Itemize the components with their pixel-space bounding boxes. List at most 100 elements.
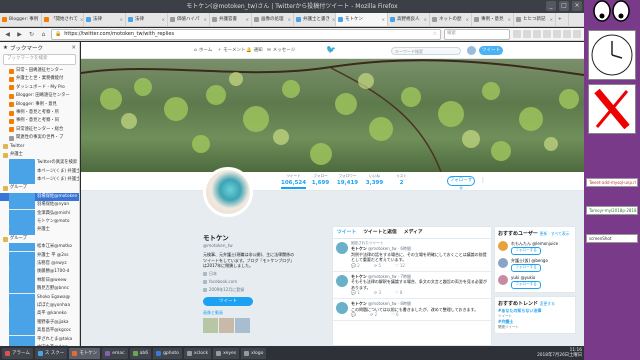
browser-tab[interactable]: 法律 × (126, 13, 168, 26)
avatar[interactable] (498, 275, 508, 285)
browser-tab[interactable]: 画像の処理 × (252, 13, 294, 26)
taskbar-item[interactable]: emac (102, 347, 128, 359)
photo-thumbnail[interactable] (203, 317, 218, 333)
desktop-note[interactable]: Tweet-add-mysql-unp.rl (586, 178, 638, 187)
desktop-note[interactable]: Tamoyr-myl2018p-28181 (586, 206, 638, 215)
browser-tab[interactable]: ネットの歴 × (430, 13, 472, 26)
bookmark-item[interactable]: 後藤勝@1700-d (0, 268, 79, 277)
bookmark-item[interactable]: Twitter (0, 143, 79, 151)
bookmark-item[interactable]: 羽場保佐@nyan (0, 201, 79, 210)
reply-icon[interactable]: 💬 (351, 312, 356, 318)
stat-0[interactable]: ツイート 106,524 (281, 174, 306, 189)
tweet-handle[interactable]: @motoken_tw · 8時間 (368, 301, 411, 306)
bookmark-item[interactable]: 羽場保佐@motoken (0, 192, 79, 202)
retweet-icon[interactable]: ⟳ 3 (374, 290, 381, 296)
tweet-handle[interactable]: @motoken_tw · 7時間 (368, 274, 411, 279)
reload-icon[interactable]: ↻ (27, 30, 36, 39)
reply-icon[interactable]: 💬 1 (351, 290, 360, 296)
trend-item[interactable]: #弁護士 関連ツイート (498, 319, 572, 330)
browser-tab[interactable]: 「開始されて × (42, 13, 84, 26)
bookmark-item[interactable]: 本ページ(くま) 弁護士 (0, 176, 79, 185)
bookmark-item[interactable]: Twitterの真実を検索 (0, 159, 79, 168)
bookmark-item[interactable]: グループ (0, 184, 79, 192)
bookmark-item[interactable]: 金澤典弘@mishi (0, 209, 79, 219)
clock[interactable]: 11:16 2018年7月26日土曜日 (537, 348, 582, 359)
tweet[interactable]: モトケン @motoken_tw · 7時間 そもそも法律の解釈を議論する場合、条… (333, 272, 491, 299)
follow-button[interactable]: フォローする (511, 264, 541, 272)
bookmark-item[interactable]: 日常・田嶋遠征センター (0, 67, 79, 75)
suggested-user-name[interactable]: 弁護士(仮) @bengo (511, 258, 548, 263)
tweet[interactable]: 固定されたツイート モトケン @motoken_tw · 6時間 判例や法律の話をす… (333, 239, 491, 272)
avatar[interactable] (336, 274, 348, 287)
taskbar-item[interactable]: アラーム (2, 347, 33, 359)
close-tab-icon[interactable]: × (162, 13, 165, 26)
sidebar-title[interactable]: ブックマーク (10, 44, 43, 52)
tweet-author[interactable]: モトケン (351, 301, 367, 306)
change-trends-link[interactable]: 変更する (540, 301, 555, 306)
bookmark-item[interactable]: ダッシュボード - My Pro (0, 84, 79, 92)
close-tab-icon[interactable]: × (246, 13, 249, 26)
trend-item[interactable]: #あなたの知らない法律 ツイート (498, 308, 572, 319)
photo-thumbnail[interactable] (219, 317, 234, 333)
taskbar-item[interactable]: モトケン (69, 347, 101, 359)
close-icon[interactable]: ✕ (71, 45, 76, 51)
close-tab-icon[interactable]: × (120, 13, 123, 26)
avatar[interactable] (467, 46, 476, 55)
desktop-note[interactable]: screenShot (586, 234, 638, 243)
bookmark-item[interactable]: Blogger: 田嶋遠征センター (0, 92, 79, 100)
bookmark-item[interactable]: 本ページ(くま) 弁護士 (0, 167, 79, 177)
timeline-tab[interactable]: ツイート (337, 227, 356, 238)
browser-tab[interactable]: ヒヒつ新記 × (514, 13, 556, 26)
bookmark-item[interactable]: 高平 @kaneko (0, 310, 79, 319)
photo-thumbnail[interactable] (235, 317, 250, 333)
bookmark-item[interactable]: モトケン@moto (0, 218, 79, 227)
stat-2[interactable]: フォロワー 19,419 (335, 174, 360, 189)
retweet-icon[interactable]: ⟳ 5 (374, 263, 381, 269)
bookmark-item[interactable]: 法務官 @nwyz (0, 259, 79, 269)
browser-tab[interactable]: 高野規良人 × (388, 13, 430, 26)
browser-tab[interactable]: 法律 × (84, 13, 126, 26)
bookmark-item[interactable]: 平ざれとま@taka (0, 335, 79, 344)
link-text[interactable]: facebook.com (209, 279, 237, 285)
bookmark-item[interactable]: 松本江米@motko (0, 243, 79, 252)
bookmark-item[interactable]: 日常遠征センター・総合 (0, 126, 79, 134)
extension-icon[interactable] (553, 30, 561, 38)
close-tab-icon[interactable]: × (508, 13, 511, 26)
sidebar-toggle-icon[interactable] (533, 30, 541, 38)
bookmark-item[interactable]: 事例・意見と考察・同 (0, 117, 79, 125)
taskbar-item[interactable]: ab6 (129, 347, 152, 359)
like-icon[interactable]: ♡ 6 (391, 312, 398, 318)
tweet-author[interactable]: モトケン (351, 246, 367, 251)
like-icon[interactable]: ♡ 12 (395, 263, 405, 269)
profile-avatar[interactable] (203, 167, 253, 217)
download-icon[interactable] (513, 30, 521, 38)
close-tab-icon[interactable]: × (288, 13, 291, 26)
star-icon[interactable]: ☆ (433, 30, 437, 38)
close-tab-icon[interactable]: × (550, 13, 553, 26)
nav-notifications[interactable]: 🔔 通知 (246, 42, 263, 59)
browser-tab[interactable]: 弁護官書 × (210, 13, 252, 26)
nav-home[interactable]: ⌂ ホーム (194, 42, 212, 59)
bookmark-item[interactable]: グループ (0, 235, 79, 243)
twitter-bird-icon[interactable]: 🐦 (326, 46, 336, 54)
bookmark-item[interactable]: 弁護士と世・業務機能付 (0, 75, 79, 83)
bookmark-search-input[interactable]: ブックマークを検索 (3, 54, 76, 65)
bookmark-item[interactable]: 事例・意見と考察・所 (0, 109, 79, 117)
timeline-tab[interactable]: ツイートと返信 (363, 227, 397, 238)
close-tab-icon[interactable]: × (466, 13, 469, 26)
bookmark-item[interactable]: 弁護士 (0, 226, 79, 235)
stat-4[interactable]: リスト 2 (389, 174, 414, 189)
tweet[interactable]: モトケン @motoken_tw · 8時間 この問題については以前にも書きました… (333, 299, 491, 321)
extension-icon[interactable] (543, 30, 551, 38)
taskbar-item[interactable]: ス スクー (34, 347, 68, 359)
bookmark-item[interactable]: 鶴見吉野@bnnc (0, 285, 79, 294)
browser-tab[interactable]: 価値ハイパ × (168, 13, 210, 26)
bookmark-item[interactable]: Shoko Egawa@ (0, 293, 79, 302)
new-tab-button[interactable]: + (556, 13, 569, 26)
home-icon[interactable]: ⌂ (39, 30, 48, 39)
stat-3[interactable]: いいね 3,399 (362, 174, 387, 189)
reply-icon[interactable]: 💬 2 (351, 263, 360, 269)
browser-tab[interactable]: モトケン × (336, 13, 388, 26)
close-tab-icon[interactable]: × (424, 13, 427, 26)
bookmark-item[interactable]: 弁護士 (0, 151, 79, 159)
